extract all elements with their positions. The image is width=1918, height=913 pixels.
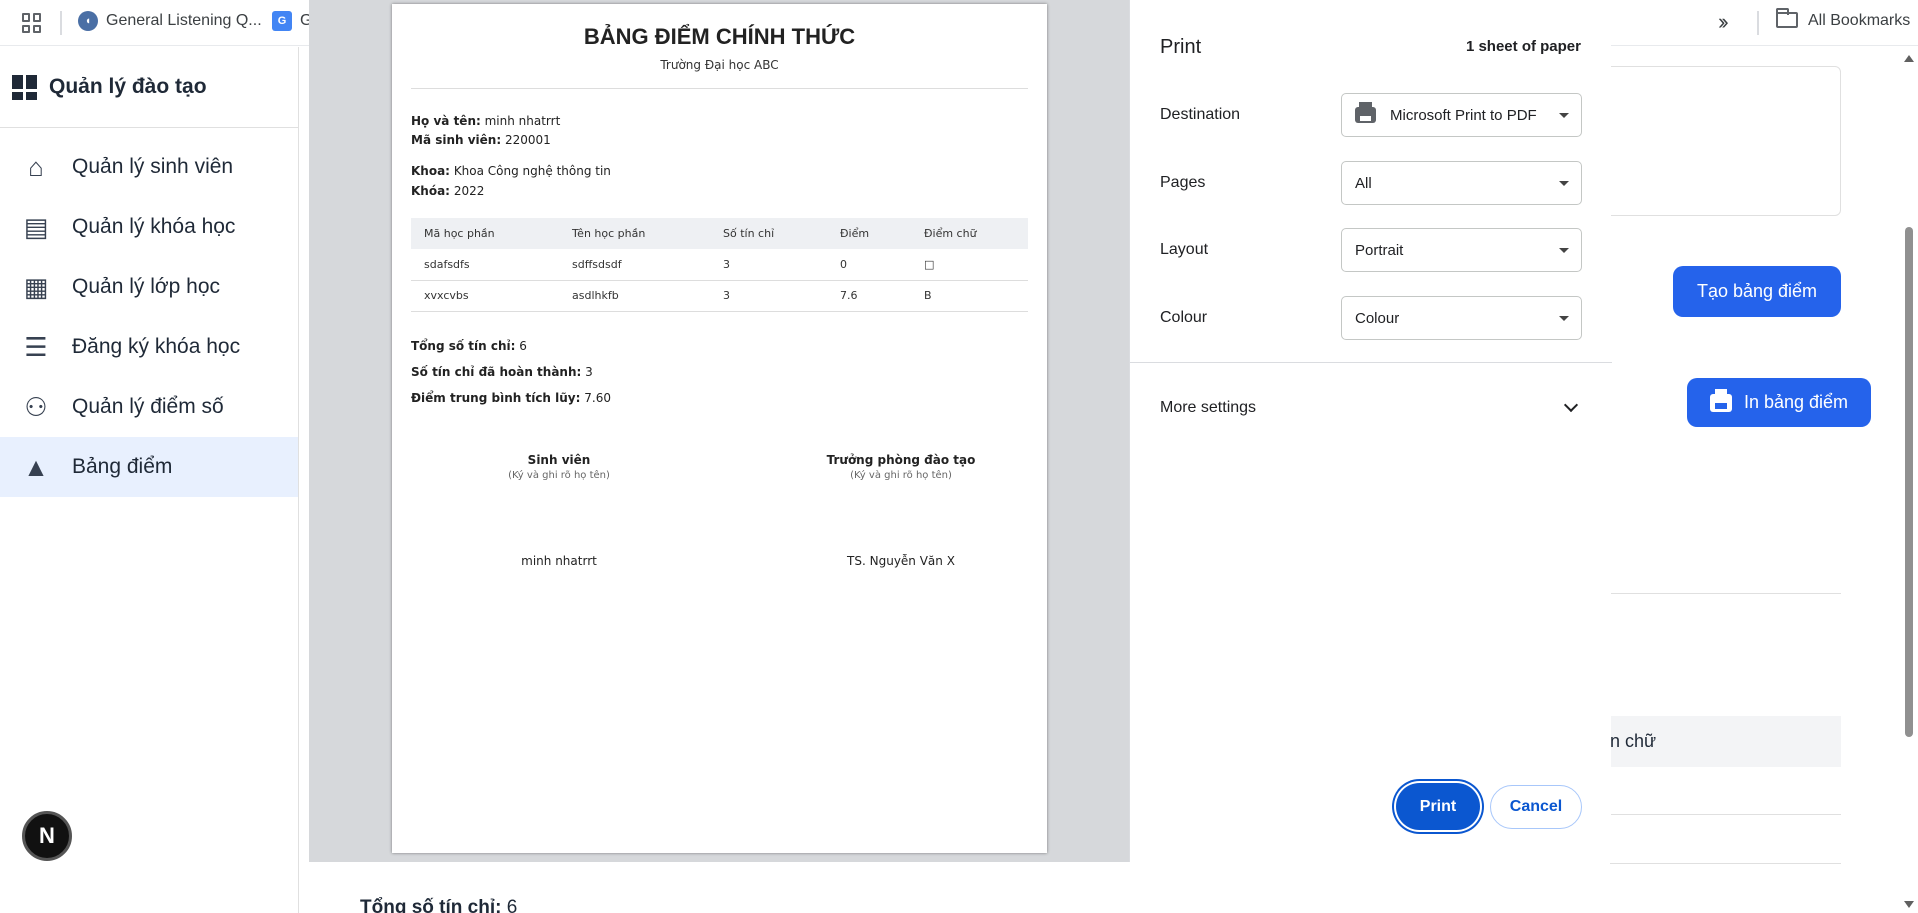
bookmark-general-listening[interactable]: ◖ General Listening Q...	[78, 11, 262, 31]
preview-page: BẢNG ĐIỂM CHÍNH THỨC Trường Đại học ABC …	[392, 4, 1047, 853]
table-header-row: Mã học phần Tên học phần Số tín chỉ Điểm…	[411, 218, 1028, 249]
col-score: Điểm	[827, 218, 911, 249]
scroll-up-icon[interactable]	[1904, 55, 1914, 62]
gpa: Điểm trung bình tích lũy: 7.60	[411, 391, 611, 405]
destination-label: Destination	[1160, 106, 1241, 123]
cancel-button[interactable]: Cancel	[1490, 785, 1582, 829]
people-icon: ⚇	[24, 391, 48, 422]
brand-title: Quản lý đào tạo	[49, 75, 207, 98]
sidebar-item-classes[interactable]: ▦ Quản lý lớp học	[0, 257, 298, 317]
colour-select[interactable]: Colour	[1341, 296, 1582, 340]
grades-table: Mã học phần Tên học phần Số tín chỉ Điểm…	[411, 218, 1028, 312]
pages-select[interactable]: All	[1341, 161, 1582, 205]
sidebar-item-courses[interactable]: ▤ Quản lý khóa học	[0, 197, 298, 257]
table-row: sdafsdfs sdffsdsdf 3 0 □	[411, 249, 1028, 281]
divider	[411, 88, 1028, 89]
dropdown-arrow-icon	[1559, 316, 1569, 321]
signature-student-name: minh nhatrrt	[521, 554, 597, 568]
book-icon: ▤	[23, 211, 49, 242]
student-id: Mã sinh viên: 220001	[411, 133, 551, 147]
sidebar-item-grades[interactable]: ⚇ Quản lý điểm số	[0, 377, 298, 437]
divider	[1610, 593, 1841, 594]
dropdown-arrow-icon	[1559, 181, 1569, 186]
bookmark-separator	[1757, 11, 1759, 35]
all-bookmarks-button[interactable]: All Bookmarks	[1808, 12, 1910, 30]
col-letter-grade: Điểm chữ	[911, 218, 1028, 249]
apps-grid-icon[interactable]	[22, 13, 42, 33]
col-course-code: Mã học phần	[411, 218, 559, 249]
scrollbar-thumb[interactable]	[1905, 227, 1913, 737]
print-button[interactable]: Print	[1396, 783, 1480, 830]
sidebar: Quản lý đào tạo ⌂ Quản lý sinh viên ▤ Qu…	[0, 47, 299, 913]
nextjs-devtools-icon[interactable]: N	[22, 811, 72, 861]
headphones-icon: ◖	[78, 11, 98, 31]
completed-credits: Số tín chỉ đã hoàn thành: 3	[411, 365, 593, 379]
divider	[1130, 362, 1612, 363]
signature-head: Trưởng phòng đào tạo (Ký và ghi rõ họ tê…	[826, 453, 976, 481]
google-translate-icon: G	[272, 11, 292, 31]
dropdown-arrow-icon	[1559, 248, 1569, 253]
sidebar-item-students[interactable]: ⌂ Quản lý sinh viên	[0, 137, 298, 197]
background-table-header: n chữ	[1610, 716, 1841, 767]
sheet-count: 1 sheet of paper	[1465, 38, 1581, 55]
student-cohort: Khóa: 2022	[411, 184, 485, 198]
checklist-icon: ☰	[24, 331, 48, 362]
printer-icon	[1709, 388, 1732, 412]
divider	[1610, 814, 1841, 815]
layout-select[interactable]: Portrait	[1341, 228, 1582, 272]
page-scrollbar[interactable]	[1900, 47, 1918, 913]
home-icon: ⌂	[28, 151, 44, 182]
chevron-down-icon[interactable]	[1563, 397, 1579, 413]
pages-label: Pages	[1160, 174, 1206, 191]
folder-icon	[1776, 8, 1798, 28]
signature-student: Sinh viên (Ký và ghi rõ họ tên)	[508, 453, 610, 481]
create-transcript-button[interactable]: Tạo bảng điểm	[1673, 266, 1841, 317]
school-icon: ▲	[23, 451, 49, 482]
school-name: Trường Đại học ABC	[660, 58, 779, 72]
student-name: Họ và tên: minh nhatrrt	[411, 114, 561, 128]
signature-head-name: TS. Nguyễn Văn X	[847, 554, 955, 568]
col-course-name: Tên học phần	[559, 218, 710, 249]
dashboard-icon	[12, 74, 37, 100]
transcript-title: BẢNG ĐIỂM CHÍNH THỨC	[583, 24, 856, 49]
colour-label: Colour	[1160, 309, 1208, 326]
brand[interactable]: Quản lý đào tạo	[0, 47, 298, 128]
printer-icon	[1355, 102, 1376, 123]
scroll-down-icon[interactable]	[1904, 901, 1914, 908]
sidebar-item-enrollment[interactable]: ☰ Đăng ký khóa học	[0, 317, 298, 377]
background-total-credits: Tổng số tín chỉ: 6	[360, 897, 518, 913]
layout-label: Layout	[1160, 241, 1209, 258]
divider	[1610, 863, 1841, 864]
more-settings-toggle[interactable]: More settings	[1160, 399, 1256, 417]
bookmark-separator	[60, 11, 62, 35]
background-card	[1605, 66, 1841, 216]
total-credits: Tổng số tín chỉ: 6	[411, 339, 527, 353]
bookmarks-overflow-icon[interactable]: ››	[1718, 9, 1728, 35]
col-credits: Số tín chỉ	[710, 218, 827, 249]
calendar-icon: ▦	[23, 271, 49, 302]
print-dialog-title: Print	[1160, 36, 1202, 58]
sidebar-nav: ⌂ Quản lý sinh viên ▤ Quản lý khóa học ▦…	[0, 128, 298, 497]
print-transcript-button[interactable]: In bảng điểm	[1687, 378, 1871, 427]
print-settings-panel: Print 1 sheet of paper Destination Micro…	[1129, 0, 1612, 862]
sidebar-item-transcript[interactable]: ▲ Bảng điểm	[0, 437, 298, 497]
bookmark-google[interactable]: G G	[272, 11, 312, 31]
student-faculty: Khoa: Khoa Công nghệ thông tin	[411, 164, 611, 178]
table-row: xvxcvbs asdlhkfb 3 7.6 B	[411, 280, 1028, 312]
destination-select[interactable]: Microsoft Print to PDF	[1341, 93, 1582, 137]
dropdown-arrow-icon	[1559, 113, 1569, 118]
